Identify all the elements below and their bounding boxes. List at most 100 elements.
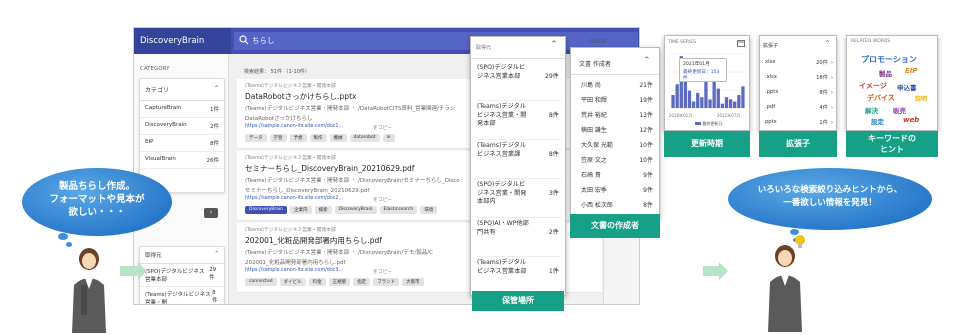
list-item[interactable]: 川島 尚 21件 bbox=[581, 80, 653, 89]
chevron-right-icon[interactable]: › bbox=[831, 120, 833, 126]
copy-link-button[interactable]: をコピー bbox=[373, 124, 392, 131]
item-name: (SPO)デジタルビジネス営業・開発本部内 bbox=[477, 181, 527, 205]
tag-chip[interactable]: データ bbox=[245, 134, 267, 142]
chart-bar[interactable] bbox=[675, 84, 679, 108]
keyword[interactable]: 解決 bbox=[865, 105, 878, 115]
tag-chip[interactable]: 機械 bbox=[329, 134, 347, 142]
keyword[interactable]: EIP bbox=[905, 67, 918, 75]
calendar-icon[interactable] bbox=[737, 39, 745, 47]
list-item[interactable]: 笠原 文之 10件 bbox=[581, 155, 653, 164]
tag-chip[interactable]: ブランド bbox=[373, 278, 400, 286]
list-item[interactable]: 大久保 光範 10件 bbox=[581, 140, 653, 149]
list-item[interactable]: .pptx 8件 › bbox=[765, 89, 833, 96]
chart-bar[interactable] bbox=[716, 88, 720, 108]
chart-bar[interactable] bbox=[724, 97, 729, 108]
list-item[interactable]: 小西 松次郎 8件 bbox=[581, 200, 653, 209]
result-url[interactable]: https://sample.canon-its.site.com/doc1..… bbox=[245, 124, 343, 131]
list-item[interactable]: DiscoveryBrain 2件 bbox=[140, 118, 224, 135]
keyword[interactable]: イメージ bbox=[859, 81, 887, 91]
tag-chip[interactable]: 大阪市 bbox=[402, 278, 424, 286]
search-icon[interactable] bbox=[239, 35, 249, 45]
tag-chip[interactable]: 企業内 bbox=[290, 206, 312, 214]
keyword[interactable]: 製品 bbox=[879, 68, 892, 78]
copy-link-button[interactable]: をコピー bbox=[373, 268, 392, 275]
chevron-up-icon[interactable]: ⌃ bbox=[214, 251, 219, 259]
chevron-up-icon[interactable]: ⌃ bbox=[643, 56, 651, 66]
tag-chip[interactable]: Elasticsearch bbox=[379, 206, 418, 214]
list-item[interactable]: 楠田 謙生 12件 bbox=[581, 125, 653, 134]
chevron-right-icon[interactable]: › bbox=[831, 90, 833, 96]
chart-bar[interactable] bbox=[696, 92, 700, 108]
item-count: 8件 bbox=[548, 112, 559, 119]
list-item[interactable]: xlsx 20件 › bbox=[765, 59, 833, 66]
result-url[interactable]: https://sample.canon-its.site.com/doc2..… bbox=[245, 196, 343, 203]
chevron-up-icon[interactable]: ⌃ bbox=[824, 39, 831, 48]
list-item[interactable]: 太田 宏季 9件 bbox=[581, 185, 653, 194]
keyword[interactable]: 申込書 bbox=[897, 82, 917, 92]
chevron-up-icon[interactable]: ⌃ bbox=[214, 85, 219, 94]
keyword[interactable]: 販売 bbox=[893, 105, 906, 115]
keyword[interactable]: 説明 bbox=[915, 94, 927, 103]
list-item[interactable]: EIP 8件 bbox=[140, 135, 224, 152]
keyword[interactable]: プロモーション bbox=[861, 54, 917, 65]
storage-filter-header[interactable]: 取得元 ⌃ bbox=[140, 247, 224, 264]
item-count-wrap: 4件 › bbox=[819, 104, 833, 111]
list-item[interactable]: (SPO)AI・WP他部門共有 2件 bbox=[477, 220, 561, 257]
chart-bar[interactable] bbox=[720, 103, 725, 108]
list-item[interactable]: 石崎 貴 9件 bbox=[581, 170, 653, 179]
result-url[interactable]: https://sample.canon-its.site.com/doc3..… bbox=[245, 268, 343, 275]
keywords-label-line2: ヒント bbox=[880, 145, 904, 154]
chevron-right-icon[interactable]: › bbox=[831, 105, 833, 111]
keyword[interactable]: デバイス bbox=[867, 93, 895, 103]
chart-bar[interactable] bbox=[687, 90, 692, 108]
list-item[interactable]: .pdf 4件 › bbox=[765, 104, 833, 111]
keyword[interactable]: web bbox=[903, 116, 919, 124]
item-count: 2件 bbox=[548, 229, 559, 236]
tag-chip[interactable]: 予想 bbox=[289, 134, 307, 142]
chart-bar[interactable] bbox=[704, 82, 708, 108]
tag-chip[interactable]: DiscoveryBrain bbox=[245, 206, 288, 214]
category-filter-header[interactable]: カテゴリ ⌃ bbox=[140, 79, 224, 101]
tag-chip[interactable]: 学習 bbox=[269, 134, 287, 142]
chart-bar[interactable] bbox=[700, 97, 704, 108]
tag-chip[interactable]: 環境 bbox=[420, 206, 438, 214]
list-item[interactable]: VisualBrain 26件 bbox=[140, 152, 224, 169]
list-item[interactable]: (Teams)デジタルビジネス営業・開 8件 bbox=[140, 287, 224, 304]
tag-chip[interactable]: 料金 bbox=[308, 278, 326, 286]
tag-chip[interactable]: datarobot bbox=[349, 134, 380, 142]
tag-chip[interactable]: connected bbox=[245, 278, 277, 286]
list-item[interactable]: pptx 1件 › bbox=[765, 119, 833, 126]
copy-link-button[interactable]: をコピー bbox=[373, 196, 392, 203]
tag-chip[interactable]: DiscoveryBrain bbox=[334, 206, 377, 214]
chevron-up-icon[interactable]: ⌃ bbox=[550, 40, 558, 50]
tag-chip[interactable]: 製作 bbox=[309, 134, 327, 142]
tag-chip[interactable]: 指定 bbox=[353, 278, 371, 286]
chart-bar[interactable] bbox=[741, 86, 745, 108]
tag-chip[interactable]: 検索 bbox=[314, 206, 332, 214]
tag-chip[interactable]: ダイビル bbox=[279, 278, 306, 286]
list-item[interactable]: (SPO)デジタルビジネス営業本部 29件 bbox=[140, 264, 224, 287]
app-brand[interactable]: DiscoveryBrain bbox=[134, 28, 231, 54]
list-item[interactable]: .xlsx 18件 › bbox=[765, 74, 833, 81]
list-item[interactable]: (Teams)デジタルビジネス営業・開発本部 8件 bbox=[477, 103, 561, 140]
list-item[interactable]: 平田 和輝 19件 bbox=[581, 95, 653, 104]
list-item[interactable]: (SPO)デジタルビジネス営業・開発本部内 3件 bbox=[477, 181, 561, 218]
tag-chip[interactable]: 正規版 bbox=[328, 278, 351, 286]
chevron-right-icon[interactable]: › bbox=[831, 60, 833, 66]
chevron-right-icon[interactable]: › bbox=[831, 75, 833, 81]
chart-bar[interactable] bbox=[728, 99, 733, 108]
list-item[interactable]: (SPO)デジタルビジネス営業本部 29件 bbox=[477, 64, 561, 101]
chart-bar[interactable] bbox=[671, 95, 675, 108]
item-name: DiscoveryBrain bbox=[145, 122, 187, 128]
chart-bar[interactable] bbox=[737, 95, 741, 108]
list-item[interactable]: (Teams)デジタルビジネス営業課 8件 bbox=[477, 142, 561, 179]
tag-chip[interactable]: ai bbox=[382, 134, 395, 142]
bubble-left-line3: 欲しい・・・ bbox=[68, 207, 126, 218]
chart-bar[interactable] bbox=[708, 99, 712, 108]
list-item[interactable]: CaptureBrain 1件 bbox=[140, 101, 224, 118]
scroll-right-button[interactable]: › bbox=[204, 208, 218, 218]
keyword[interactable]: 設定 bbox=[871, 116, 884, 126]
list-item[interactable]: 荒井 裕紀 13件 bbox=[581, 110, 653, 119]
chart-bar[interactable] bbox=[691, 101, 696, 108]
chart-bar[interactable] bbox=[733, 101, 737, 108]
